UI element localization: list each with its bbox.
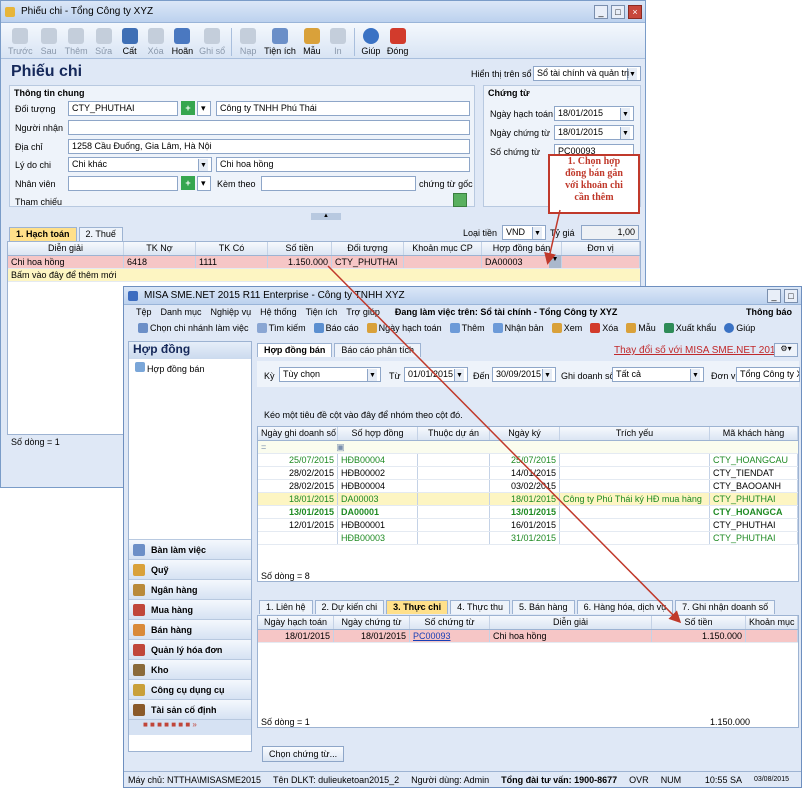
- annotation-arrows: [327, 209, 682, 624]
- arrow-to-expense-row: [327, 265, 682, 624]
- arrow-to-contract-cell: [544, 209, 561, 265]
